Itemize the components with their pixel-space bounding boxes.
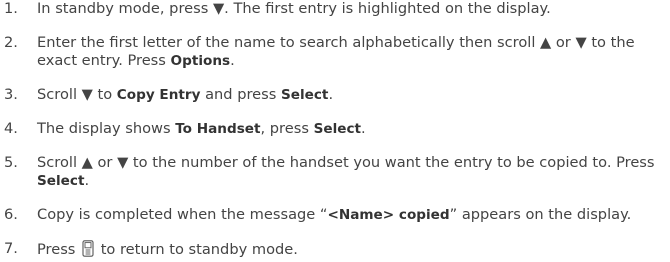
step-text: Copy is completed when the message “<Nam… (37, 206, 632, 223)
keyword: Select (280, 87, 329, 103)
step-number: 7. (4, 240, 18, 257)
step-text: Scroll ▲ or ▼ to the number of the hands… (37, 154, 655, 189)
step-number: 6. (4, 206, 18, 223)
keyword: <Name> copied (327, 207, 450, 223)
step-1: 1. In standby mode, press ▼. The first e… (0, 0, 670, 18)
keyword: Copy Entry (116, 87, 201, 103)
step-6: 6. Copy is completed when the message “<… (0, 206, 670, 224)
keyword: To Handset (175, 121, 261, 137)
keyword: Select (37, 173, 85, 189)
keyword: Select (313, 121, 362, 137)
keyword: Options (170, 53, 231, 69)
step-text: Press to return to standby mode. (37, 240, 298, 258)
step-3: 3. Scroll ▼ to Copy Entry and press Sele… (0, 86, 670, 104)
step-7: 7. Press to return to standby mode. (0, 240, 670, 262)
step-text: The display shows To Handset, press Sele… (37, 120, 366, 137)
step-text: Scroll ▼ to Copy Entry and press Select. (37, 86, 334, 103)
step-5: 5. Scroll ▲ or ▼ to the number of the ha… (0, 154, 670, 190)
step-text: Enter the first letter of the name to se… (37, 34, 635, 69)
step-number: 1. (4, 0, 18, 17)
step-number: 5. (4, 154, 18, 171)
handset-end-key-icon (82, 240, 94, 262)
step-number: 4. (4, 120, 18, 137)
step-text: In standby mode, press ▼. The first entr… (37, 0, 551, 17)
step-2: 2. Enter the first letter of the name to… (0, 34, 670, 70)
instruction-steps: 1. In standby mode, press ▼. The first e… (0, 0, 670, 262)
step-4: 4. The display shows To Handset, press S… (0, 120, 670, 138)
step-number: 2. (4, 34, 18, 51)
step-number: 3. (4, 86, 18, 103)
